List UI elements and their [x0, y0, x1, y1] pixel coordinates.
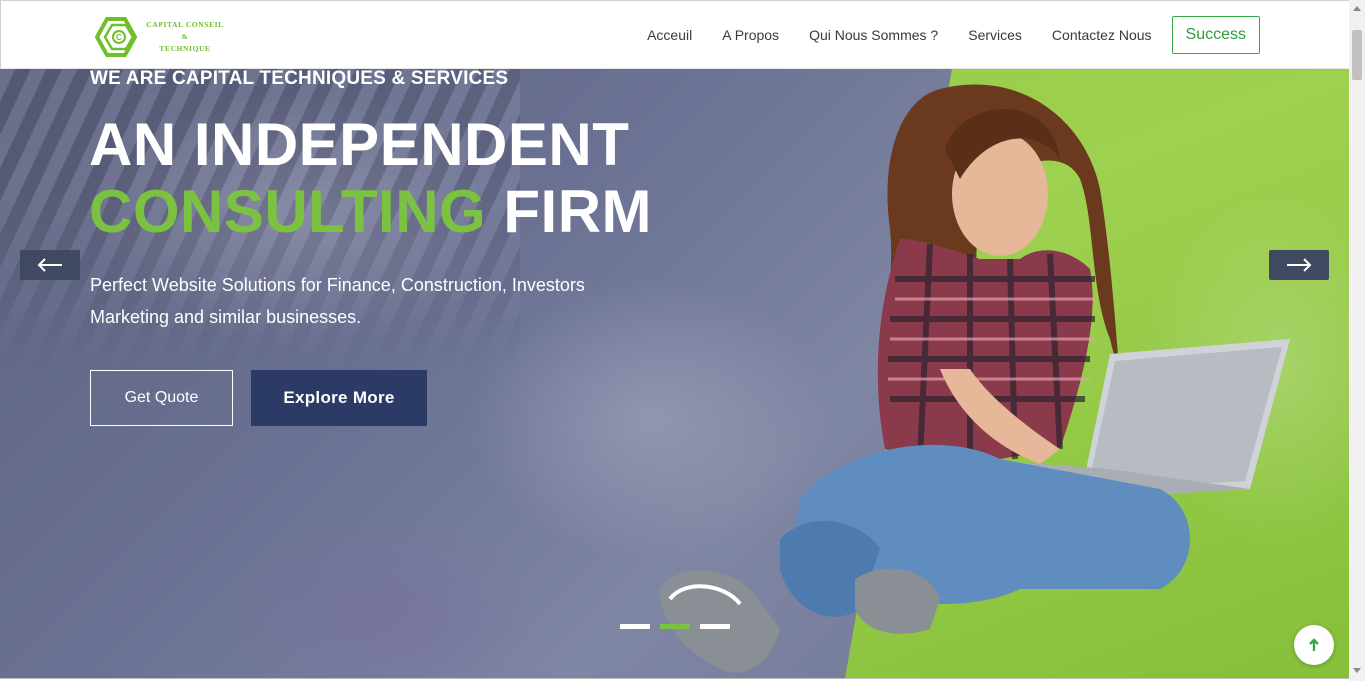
explore-more-button[interactable]: Explore More [251, 370, 427, 426]
nav-item-acceuil[interactable]: Acceuil [647, 27, 692, 43]
site-logo[interactable]: C CAPITAL CONSEIL & TECHNIQUE [94, 15, 235, 59]
carousel-dot[interactable] [620, 624, 650, 629]
carousel-dot-active[interactable] [660, 624, 690, 629]
carousel-dot[interactable] [700, 624, 730, 629]
back-to-top-button[interactable] [1294, 625, 1334, 665]
page-scrollbar[interactable] [1349, 0, 1365, 681]
logo-text-line3: TECHNIQUE [159, 44, 211, 53]
nav-item-services[interactable]: Services [968, 27, 1022, 43]
nav-item-contactez-nous[interactable]: Contactez Nous [1052, 27, 1152, 43]
arrow-right-icon [1287, 258, 1312, 272]
hexagon-c-logo-icon: C [94, 17, 138, 57]
scroll-down-icon[interactable] [1353, 668, 1361, 673]
success-button[interactable]: Success [1171, 16, 1260, 54]
scroll-thumb[interactable] [1352, 30, 1362, 80]
carousel-prev-button[interactable] [20, 250, 80, 280]
hero-kicker: WE ARE CAPITAL TECHNIQUES & SERVICES [90, 69, 509, 89]
logo-text-line2: & [181, 32, 189, 41]
hero-title-line1: AN INDEPENDENT [89, 111, 630, 178]
nav-item-qui-nous-sommes[interactable]: Qui Nous Sommes ? [809, 27, 938, 43]
main-nav: Acceuil A Propos Qui Nous Sommes ? Servi… [617, 16, 1260, 54]
arrow-up-icon [1309, 638, 1319, 651]
page-bottom-edge [0, 678, 1349, 682]
carousel-indicators [620, 624, 740, 629]
hero-title-line2: CONSULTING FIRM [89, 178, 652, 245]
hero-title-rest: FIRM [503, 178, 653, 245]
scroll-up-icon[interactable] [1353, 6, 1361, 11]
hero-carousel: WE ARE CAPITAL TECHNIQUES & SERVICES AN … [0, 69, 1349, 678]
site-header: C CAPITAL CONSEIL & TECHNIQUE Acceuil A … [0, 0, 1349, 69]
carousel-next-button[interactable] [1269, 250, 1329, 280]
hero-title: AN INDEPENDENT CONSULTING FIRM [89, 111, 652, 245]
logo-text-line1: CAPITAL CONSEIL [146, 20, 224, 29]
hero-subtitle: Perfect Website Solutions for Finance, C… [90, 275, 585, 327]
get-quote-button[interactable]: Get Quote [90, 370, 233, 426]
logo-text: CAPITAL CONSEIL & TECHNIQUE [140, 19, 230, 55]
hero-title-accent: CONSULTING [89, 178, 487, 245]
nav-item-a-propos[interactable]: A Propos [722, 27, 779, 43]
arrow-left-icon [37, 258, 62, 272]
woman-with-laptop-image [660, 84, 1290, 673]
svg-text:C: C [116, 33, 122, 42]
